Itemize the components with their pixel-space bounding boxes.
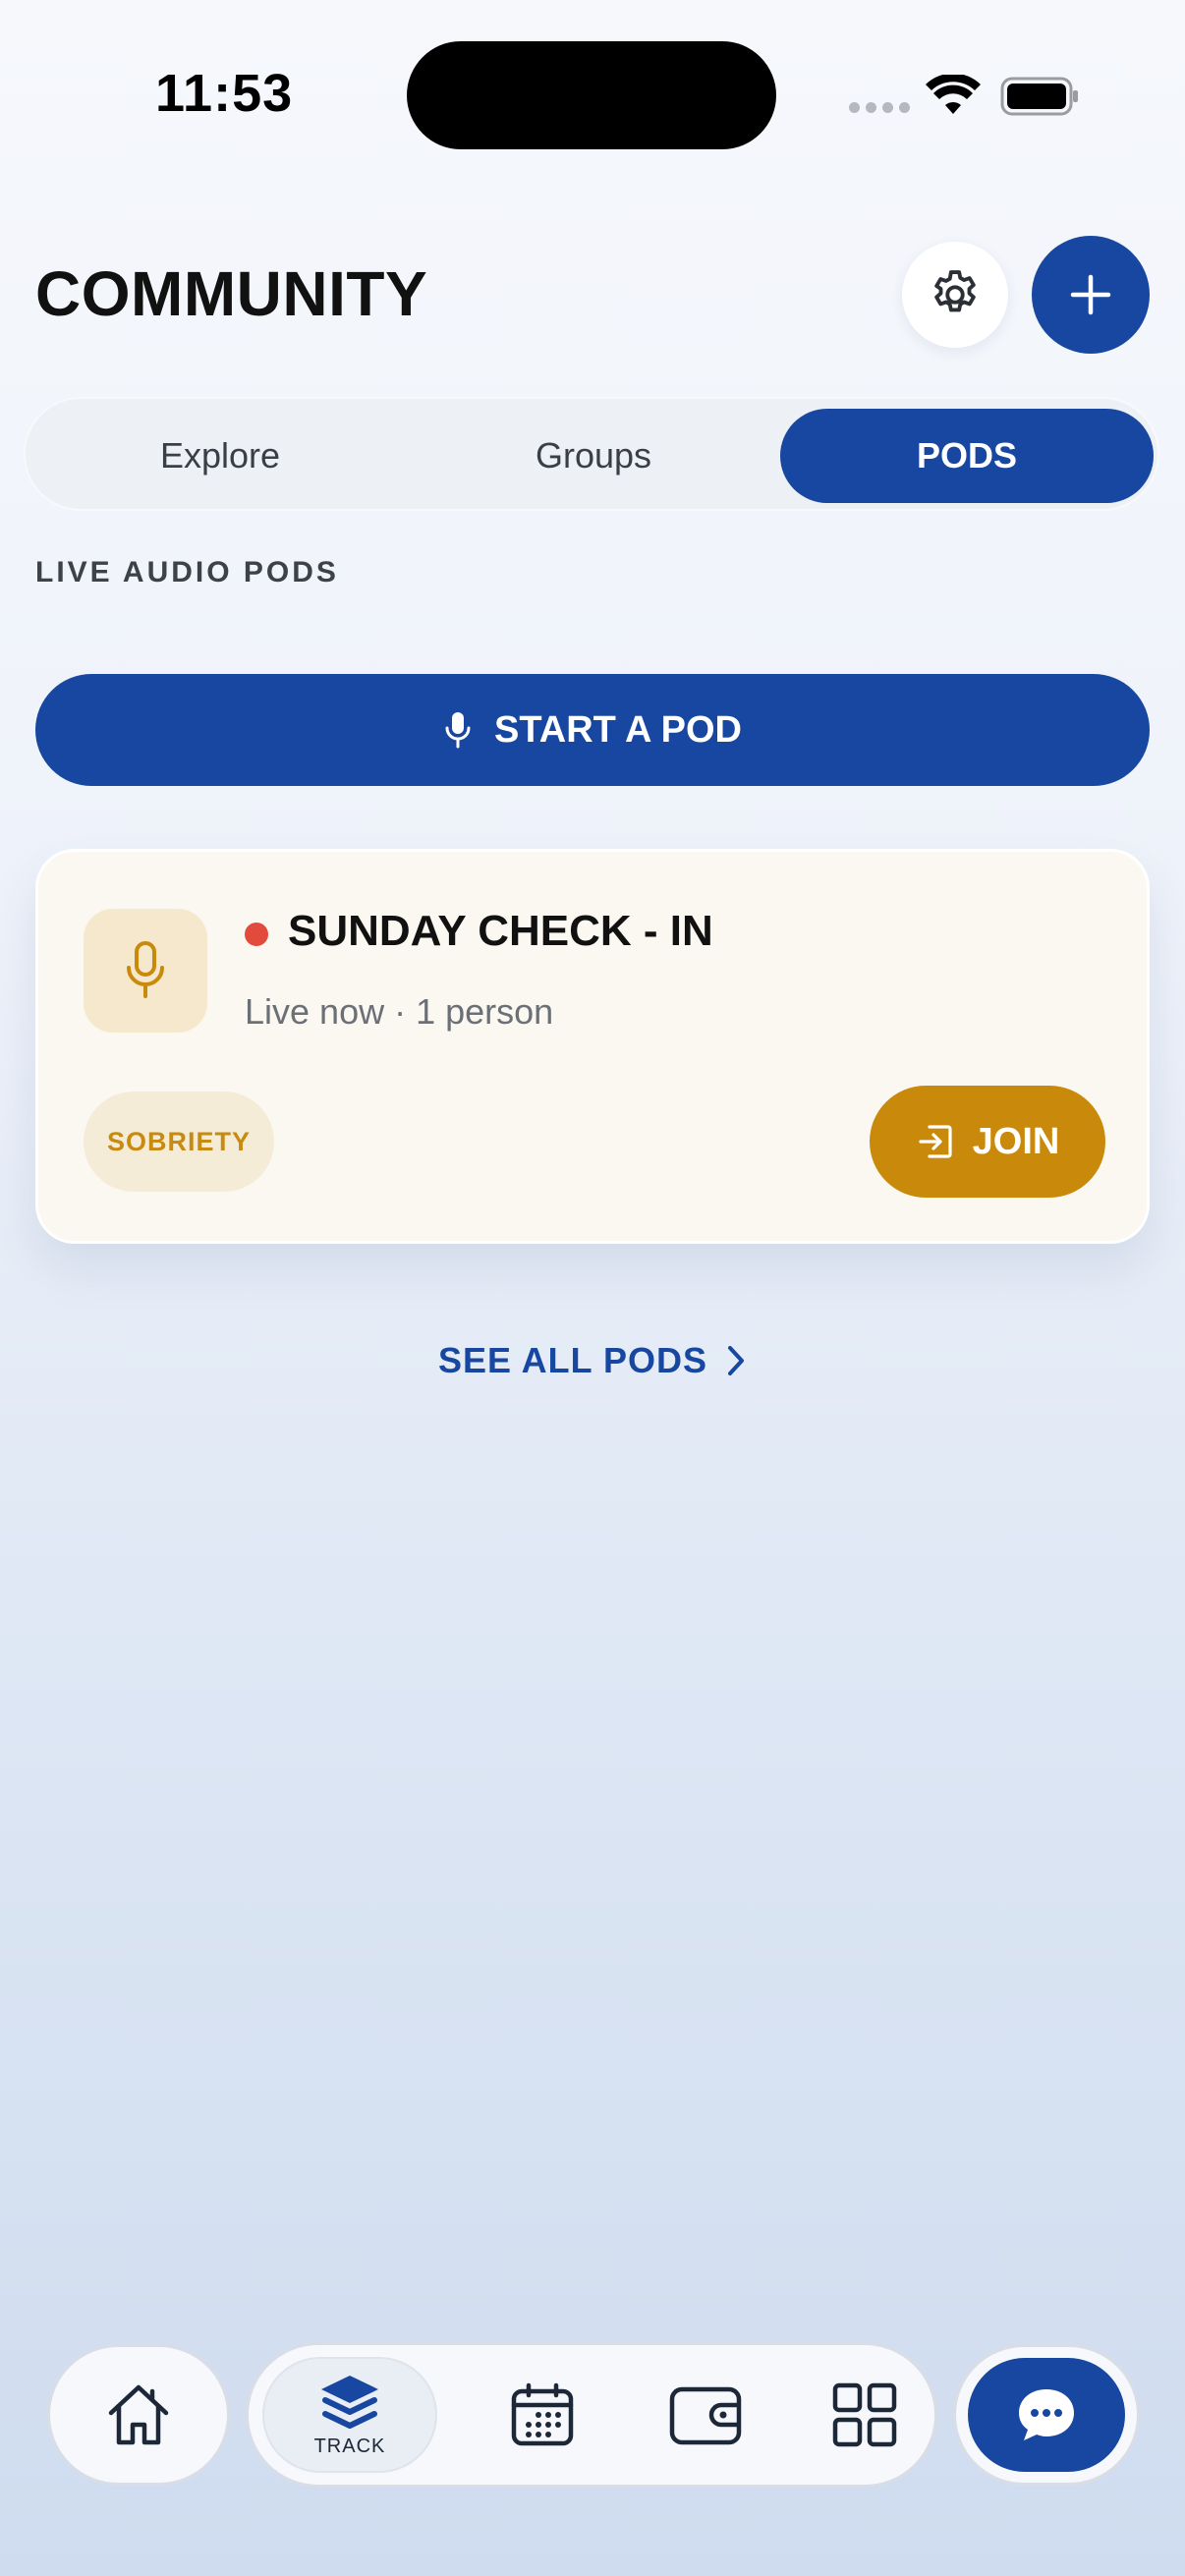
settings-button[interactable] xyxy=(902,242,1008,348)
chat-button[interactable] xyxy=(968,2358,1125,2472)
grid-icon xyxy=(832,2382,897,2447)
add-button[interactable] xyxy=(1032,236,1150,354)
wallet-icon xyxy=(669,2386,742,2445)
nav-group: TRACK xyxy=(246,2342,937,2488)
start-pod-button[interactable]: START A POD xyxy=(35,674,1150,786)
calendar-icon xyxy=(511,2382,574,2446)
join-button[interactable]: JOIN xyxy=(870,1086,1105,1198)
cellular-signal-icon xyxy=(849,102,910,113)
see-all-pods-link[interactable]: SEE ALL PODS xyxy=(0,1340,1185,1381)
battery-icon xyxy=(1000,77,1078,116)
nav-calendar[interactable] xyxy=(459,2357,626,2473)
pod-avatar xyxy=(84,909,207,1033)
home-icon xyxy=(108,2384,169,2445)
pod-subtitle: Live now · 1 person xyxy=(245,991,554,1032)
nav-grid[interactable] xyxy=(781,2357,948,2473)
layers-icon xyxy=(321,2375,378,2429)
page-title: COMMUNITY xyxy=(35,258,428,329)
plus-icon xyxy=(1070,274,1111,315)
chevron-right-icon xyxy=(728,1346,745,1375)
start-pod-label: START A POD xyxy=(494,708,742,751)
status-time: 11:53 xyxy=(155,64,294,123)
segmented-tabs: Explore Groups PODS xyxy=(24,397,1159,511)
microphone-icon xyxy=(127,941,164,998)
pod-tag: SOBRIETY xyxy=(84,1092,274,1192)
nav-track-label: TRACK xyxy=(313,2435,386,2457)
gear-icon xyxy=(934,270,976,312)
enter-icon xyxy=(919,1125,952,1158)
nav-wallet[interactable] xyxy=(622,2357,789,2473)
wifi-icon xyxy=(926,75,981,114)
see-all-label: SEE ALL PODS xyxy=(437,1340,708,1380)
microphone-icon xyxy=(445,712,471,749)
chat-bubble-icon xyxy=(1019,2389,1074,2440)
tab-explore[interactable]: Explore xyxy=(35,409,405,503)
nav-track[interactable]: TRACK xyxy=(262,2357,437,2473)
dynamic-island xyxy=(407,41,776,149)
nav-chat[interactable] xyxy=(953,2344,1140,2486)
section-label: LIVE AUDIO PODS xyxy=(35,556,339,588)
pod-title: SUNDAY CHECK - IN xyxy=(288,907,713,955)
tab-groups[interactable]: Groups xyxy=(409,409,778,503)
join-label: JOIN xyxy=(972,1120,1060,1162)
pod-card[interactable]: SUNDAY CHECK - IN Live now · 1 person SO… xyxy=(35,849,1150,1244)
live-indicator xyxy=(245,923,268,946)
nav-home[interactable] xyxy=(47,2344,230,2486)
tab-pods[interactable]: PODS xyxy=(780,409,1154,503)
